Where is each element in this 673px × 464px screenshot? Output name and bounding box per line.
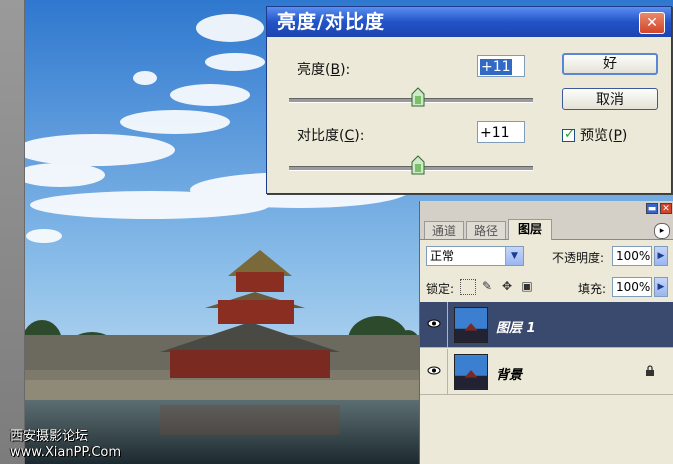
contrast-input[interactable]: +11 [477, 121, 525, 143]
layer-thumbnail [454, 307, 488, 343]
ok-button[interactable]: 好 [562, 53, 658, 75]
close-icon[interactable]: ✕ [639, 12, 665, 34]
panel-tabs: 通道 路径 图层 ▸ [420, 215, 673, 240]
preview-checkbox[interactable]: ✓ [562, 127, 575, 142]
contrast-label: 对比度(C): [297, 128, 365, 144]
chevron-down-icon: ▼ [505, 247, 523, 265]
blend-mode-select[interactable]: 正常 ▼ [426, 246, 524, 266]
eye-icon [427, 319, 441, 328]
opacity-input[interactable]: 100% [612, 246, 652, 266]
tab-channels[interactable]: 通道 [424, 221, 464, 239]
visibility-cell[interactable] [420, 302, 448, 348]
watermark: 西安摄影论坛 www.XianPP.Com [10, 429, 121, 461]
lock-label: 锁定: [426, 282, 455, 296]
layer-row-layer1[interactable]: 图层 1 [420, 302, 673, 348]
minimize-icon[interactable]: ▬ [646, 203, 658, 214]
dialog-title: 亮度/对比度 [267, 7, 671, 37]
lock-all-icon[interactable]: ▣ [520, 279, 534, 293]
contrast-slider-thumb[interactable] [411, 155, 425, 175]
fill-input[interactable]: 100% [612, 277, 652, 297]
cancel-button[interactable]: 取消 [562, 88, 658, 110]
watermark-line2: www.XianPP.Com [10, 445, 122, 460]
panel-titlebar: ▬ ✕ [420, 201, 673, 215]
brush-icon[interactable]: ✎ [480, 279, 494, 293]
fill-label: 填充: [578, 282, 607, 296]
layer-name: 图层 1 [496, 321, 536, 336]
panel-menu-icon[interactable]: ▸ [654, 223, 670, 239]
tab-layers[interactable]: 图层 [508, 219, 552, 240]
brightness-slider-thumb[interactable] [411, 87, 425, 107]
move-icon[interactable]: ✥ [500, 279, 514, 293]
preview-label: 预览(P) [580, 128, 628, 144]
brightness-input[interactable]: +11 [477, 55, 525, 77]
opacity-label: 不透明度: [552, 251, 605, 265]
lock-transparency-icon[interactable] [460, 279, 476, 295]
lock-icon [646, 365, 654, 376]
check-icon: ✓ [564, 127, 575, 142]
tab-paths[interactable]: 路径 [466, 221, 506, 239]
layer-thumbnail [454, 354, 488, 390]
fill-arrow-icon[interactable]: ▶ [654, 277, 668, 297]
watermark-line1: 西安摄影论坛 [10, 429, 89, 444]
visibility-cell[interactable] [420, 349, 448, 395]
opacity-arrow-icon[interactable]: ▶ [654, 246, 668, 266]
close-icon[interactable]: ✕ [660, 203, 672, 214]
eye-icon [427, 366, 441, 375]
brightness-contrast-dialog: 亮度/对比度 ✕ 亮度(B): +11 对比度(C): +11 好 取消 ✓ 预… [266, 6, 672, 194]
layers-panel: ▬ ✕ 通道 路径 图层 ▸ 正常 ▼ 不透明度: 100% ▶ 锁定: ✎ ✥… [419, 201, 673, 464]
layer-row-background[interactable]: 背景 [420, 349, 673, 395]
brightness-label: 亮度(B): [297, 62, 351, 78]
layer-name: 背景 [496, 368, 523, 383]
workspace-edge [0, 0, 25, 464]
